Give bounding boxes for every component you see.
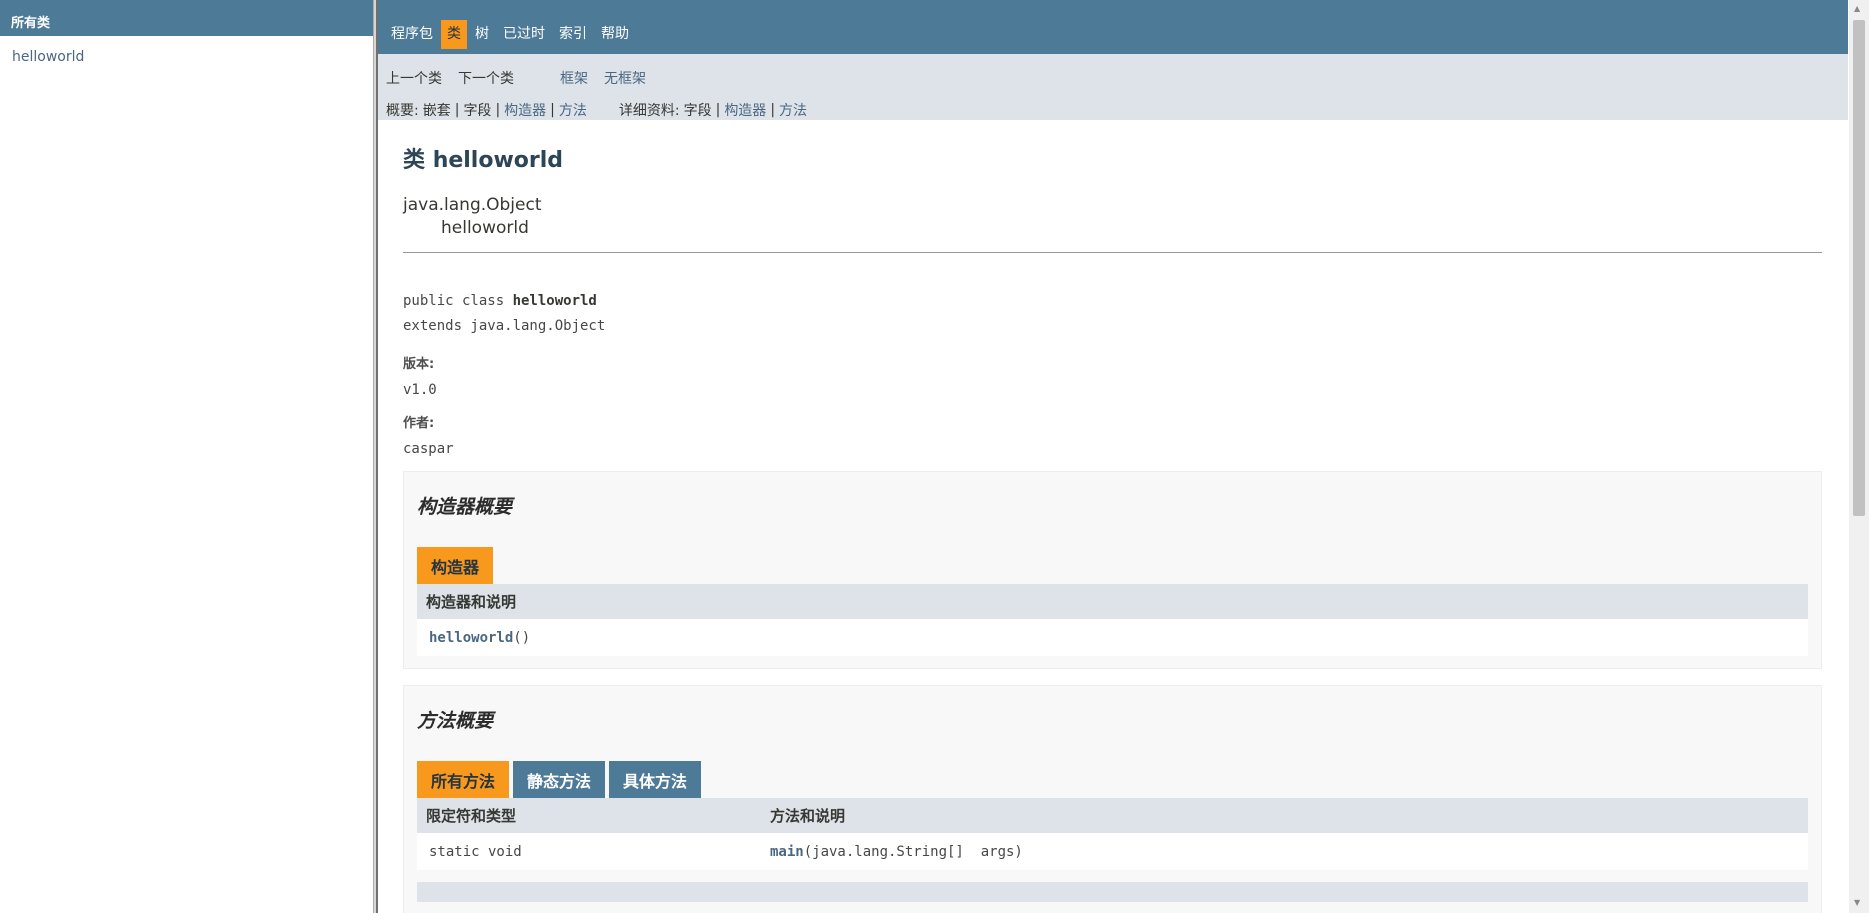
nav-deprecated[interactable]: 已过时 — [497, 20, 551, 49]
frames-link[interactable]: 框架 — [560, 68, 588, 88]
signature-class-name: helloworld — [512, 293, 597, 309]
author-value: caspar — [403, 441, 454, 457]
separator: | — [550, 102, 555, 118]
version-value: v1.0 — [403, 382, 437, 398]
summary-method-link[interactable]: 方法 — [559, 100, 587, 120]
method-tabs: 所有方法 静态方法 具体方法 — [417, 761, 1808, 798]
all-classes-header: 所有类 — [0, 0, 373, 36]
vertical-scrollbar[interactable]: ▲ ▼ — [1849, 0, 1869, 913]
inheritance-parent: java.lang.Object — [403, 195, 542, 215]
divider — [403, 252, 1822, 253]
detail-field-text: 字段 — [683, 103, 712, 119]
detail-method-link[interactable]: 方法 — [779, 100, 807, 120]
method-header-col2: 方法和说明 — [770, 807, 846, 825]
prev-class-text: 上一个类 — [386, 71, 442, 87]
nav-index[interactable]: 索引 — [553, 20, 593, 49]
nav-class: 类 — [441, 19, 467, 49]
method-header-col1: 限定符和类型 — [426, 807, 517, 825]
method-link-main[interactable]: main — [770, 844, 804, 860]
constructor-summary: 构造器概要 构造器 构造器和说明 helloworld () — [403, 471, 1822, 669]
tab-all-methods: 所有方法 — [417, 761, 510, 798]
nav-help[interactable]: 帮助 — [595, 20, 635, 49]
class-content: 类 helloworld java.lang.Object helloworld… — [378, 120, 1848, 913]
title-prefix: 类 — [403, 148, 426, 173]
constructor-params: () — [513, 629, 531, 646]
nav-tree[interactable]: 树 — [469, 20, 495, 49]
method-summary-title: 方法概要 — [417, 710, 494, 732]
method-type: static void — [429, 843, 522, 860]
page-title: 类 helloworld — [403, 142, 1822, 174]
detail-label: 详细资料: — [618, 103, 680, 119]
version-label: 版本: — [403, 357, 435, 372]
summary-label: 概要: — [386, 103, 419, 119]
top-nav-bar: 程序包 类 树 已过时 索引 帮助 — [378, 0, 1848, 54]
all-classes-frame: 所有类 helloworld — [0, 0, 373, 913]
class-signature: public class helloworld extends java.lan… — [403, 289, 1822, 339]
inheritance-tree: java.lang.Object helloworld — [403, 194, 1822, 240]
scroll-thumb[interactable] — [1853, 20, 1865, 516]
title-class-name: helloworld — [432, 148, 564, 173]
next-class-text: 下一个类 — [458, 71, 514, 87]
signature-prefix: public class — [403, 293, 513, 309]
class-link-helloworld[interactable]: helloworld — [12, 49, 84, 65]
separator: | — [454, 102, 460, 118]
class-frame: 程序包 类 树 已过时 索引 帮助 上一个类 下一个类 框架 无框架 概要: 嵌… — [378, 0, 1848, 913]
inherited-methods-header — [417, 882, 1808, 902]
method-params: (java.lang.String[] args) — [803, 843, 1023, 860]
table-row: static void main (java.lang.String[] arg… — [417, 833, 1808, 870]
inheritance-child: helloworld — [441, 218, 529, 238]
separator: | — [770, 102, 776, 118]
constructor-summary-title: 构造器概要 — [417, 496, 513, 518]
table-row: helloworld () — [417, 619, 1808, 656]
summary-nested-text: 嵌套 — [422, 103, 451, 119]
separator: | — [715, 102, 721, 118]
constructor-table-header: 构造器和说明 — [417, 584, 1808, 619]
summary-constructor-link[interactable]: 构造器 — [504, 100, 546, 120]
constructor-tabs: 构造器 — [417, 547, 1808, 584]
method-summary: 方法概要 所有方法 静态方法 具体方法 限定符和类型 方法和说明 static … — [403, 685, 1822, 913]
no-frames-link[interactable]: 无框架 — [604, 68, 646, 88]
method-table-header: 限定符和类型 方法和说明 — [417, 798, 1808, 833]
tab-static-methods[interactable]: 静态方法 — [513, 761, 606, 798]
tab-concrete-methods[interactable]: 具体方法 — [609, 761, 702, 798]
constructor-header-label: 构造器和说明 — [426, 593, 517, 611]
constructor-link-helloworld[interactable]: helloworld — [429, 630, 513, 646]
scroll-up-arrow-icon[interactable]: ▲ — [1854, 4, 1860, 13]
class-list: helloworld — [0, 36, 373, 65]
sub-nav-bar: 上一个类 下一个类 框架 无框架 概要: 嵌套 | 字段 | 构造器 | 方法 … — [378, 54, 1848, 120]
detail-constructor-link[interactable]: 构造器 — [724, 100, 766, 120]
summary-field-text: 字段 — [463, 103, 492, 119]
nav-package[interactable]: 程序包 — [385, 20, 439, 49]
tab-constructors: 构造器 — [417, 547, 494, 584]
author-label: 作者: — [403, 416, 435, 431]
scroll-down-arrow-icon[interactable]: ▼ — [1854, 898, 1860, 907]
signature-extends: extends java.lang.Object — [403, 318, 606, 334]
separator: | — [495, 102, 501, 118]
